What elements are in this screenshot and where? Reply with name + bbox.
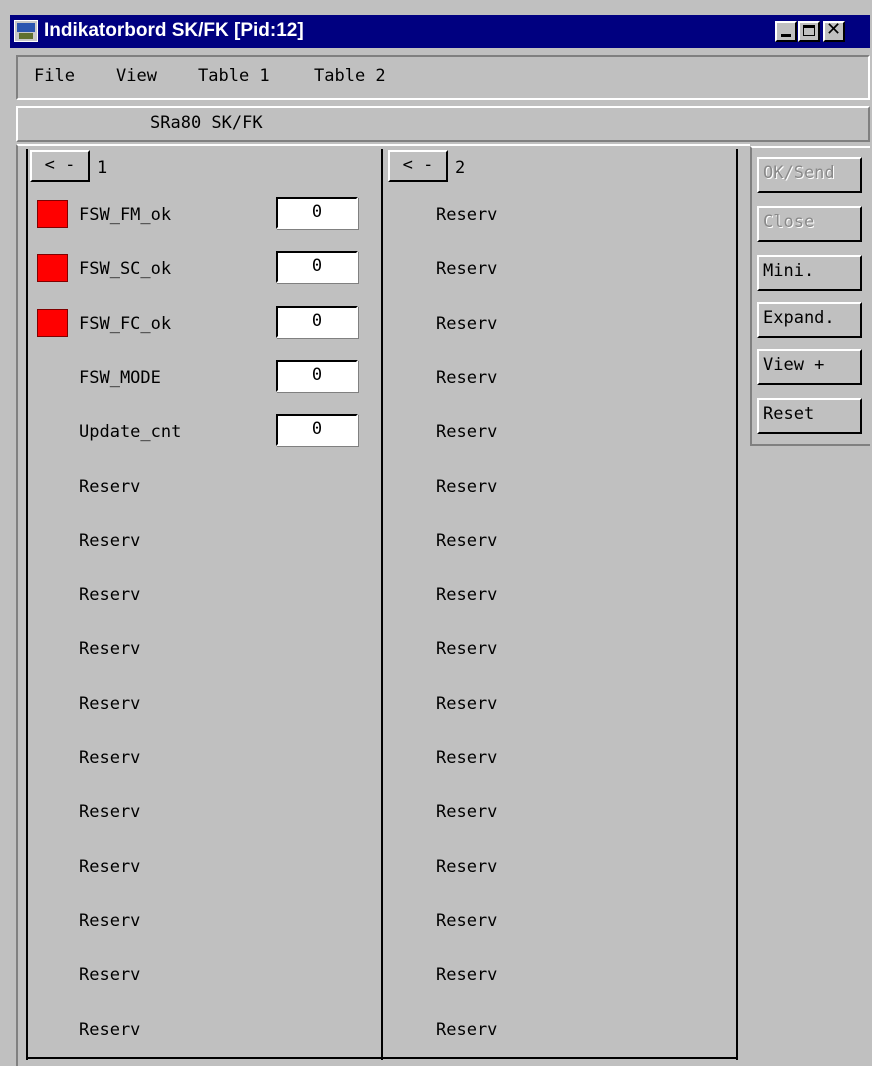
row-label: Reserv: [436, 531, 498, 551]
row-label: Reserv: [79, 911, 141, 931]
row-label: Reserv: [79, 802, 141, 822]
row-label: Reserv: [79, 639, 141, 659]
value-field[interactable]: 0: [276, 414, 358, 446]
row-label: Reserv: [79, 477, 141, 497]
row-label: Reserv: [436, 694, 498, 714]
row-label: Reserv: [79, 857, 141, 877]
row-label: Reserv: [79, 965, 141, 985]
row-label: FSW_FC_ok: [79, 314, 172, 334]
view-plus-button[interactable]: View +: [757, 349, 862, 385]
close-icon: ✕: [826, 19, 842, 40]
close-button[interactable]: Close: [757, 206, 862, 242]
column-1-prev-button[interactable]: < -: [30, 150, 90, 182]
app-icon[interactable]: [14, 20, 38, 42]
row-label: Reserv: [436, 259, 498, 279]
row-label: Reserv: [79, 694, 141, 714]
row-label: FSW_SC_ok: [79, 259, 172, 279]
status-indicator: [37, 200, 68, 228]
column-2-number: 2: [455, 158, 466, 178]
row-label: Reserv: [436, 1020, 498, 1040]
row-label: FSW_FM_ok: [79, 205, 172, 225]
menu-bar: File View Table 1 Table 2: [16, 55, 870, 100]
window-title: Indikatorbord SK/FK [Pid:12]: [44, 20, 304, 41]
row-label: Reserv: [436, 585, 498, 605]
row-label: Reserv: [436, 205, 498, 225]
subtitle-bar: SRa80 SK/FK: [16, 106, 870, 142]
status-indicator: [37, 309, 68, 337]
value-field[interactable]: 0: [276, 360, 358, 392]
row-label: Reserv: [79, 585, 141, 605]
row-label: Reserv: [436, 911, 498, 931]
status-indicator: [37, 254, 68, 282]
row-label: Reserv: [79, 748, 141, 768]
row-label: Reserv: [436, 857, 498, 877]
reset-button[interactable]: Reset: [757, 398, 862, 434]
row-label: FSW_MODE: [79, 368, 161, 388]
column-divider: [381, 149, 383, 1060]
row-label: Reserv: [436, 422, 498, 442]
minimize-button[interactable]: [775, 21, 797, 42]
row-label: Reserv: [436, 368, 498, 388]
row-label: Reserv: [436, 965, 498, 985]
menu-table-1[interactable]: Table 1: [198, 66, 270, 86]
subtitle: SRa80 SK/FK: [150, 113, 263, 133]
column-divider: [26, 149, 28, 1060]
row-label: Reserv: [436, 639, 498, 659]
column-divider: [736, 149, 738, 1060]
minimize-icon: [781, 34, 791, 37]
row-label: Reserv: [436, 802, 498, 822]
row-label: Update_cnt: [79, 422, 182, 442]
value-field[interactable]: 0: [276, 306, 358, 338]
row-label: Reserv: [436, 748, 498, 768]
menu-table-2[interactable]: Table 2: [314, 66, 386, 86]
value-field[interactable]: 0: [276, 251, 358, 283]
row-label: Reserv: [79, 1020, 141, 1040]
expand-button[interactable]: Expand.: [757, 302, 862, 338]
close-window-button[interactable]: ✕: [823, 19, 845, 42]
row-label: Reserv: [79, 531, 141, 551]
value-field[interactable]: 0: [276, 197, 358, 229]
panel-bottom-border: [26, 1057, 738, 1059]
mini-button[interactable]: Mini.: [757, 255, 862, 291]
menu-view[interactable]: View: [116, 66, 157, 86]
row-label: Reserv: [436, 477, 498, 497]
maximize-button[interactable]: [798, 21, 820, 42]
title-bar[interactable]: Indikatorbord SK/FK [Pid:12] ✕: [10, 15, 870, 48]
ok-send-button[interactable]: OK/Send: [757, 157, 862, 193]
menu-file[interactable]: File: [34, 66, 75, 86]
maximize-icon: [803, 25, 815, 36]
row-label: Reserv: [436, 314, 498, 334]
column-1-number: 1: [97, 158, 108, 178]
column-2-prev-button[interactable]: < -: [388, 150, 448, 182]
